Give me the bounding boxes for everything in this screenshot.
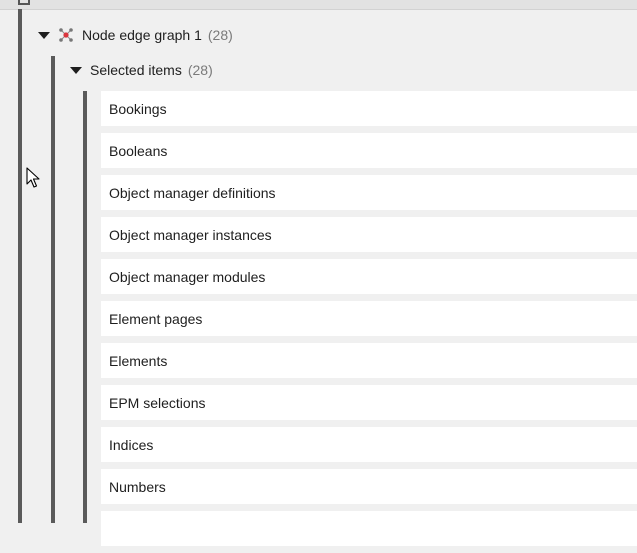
list-item[interactable]: Object manager instances <box>101 217 637 252</box>
node-edge-graph-icon <box>59 28 73 42</box>
list-item[interactable]: Bookings <box>101 91 637 126</box>
caret-down-icon[interactable] <box>70 66 82 74</box>
list-item[interactable]: Object manager modules <box>101 259 637 294</box>
mouse-pointer-icon <box>26 167 40 188</box>
tree-guide-level-1 <box>18 9 22 523</box>
list-item[interactable]: Indices <box>101 427 637 462</box>
list-item[interactable]: Booleans <box>101 133 637 168</box>
tree-node-count: (28) <box>187 62 213 78</box>
panel-header <box>0 0 637 10</box>
tree-node-selected-items[interactable]: Selected items (28) <box>70 57 213 83</box>
tree-node-label: Node edge graph 1 <box>82 27 202 43</box>
list-item[interactable]: Elements <box>101 343 637 378</box>
list-item[interactable]: Numbers <box>101 469 637 504</box>
selected-items-list: Bookings Booleans Object manager definit… <box>101 91 637 553</box>
tree-node-label: Selected items <box>90 62 182 78</box>
tree-guide-level-3 <box>83 91 87 523</box>
tree-node-node-edge-graph[interactable]: Node edge graph 1 (28) <box>38 22 233 48</box>
list-item[interactable] <box>101 511 637 546</box>
tree-node-count: (28) <box>207 27 233 43</box>
header-icon <box>18 0 30 5</box>
list-item[interactable]: EPM selections <box>101 385 637 420</box>
tree-guide-level-2 <box>51 56 55 523</box>
list-item[interactable]: Element pages <box>101 301 637 336</box>
caret-down-icon[interactable] <box>38 31 50 39</box>
list-item[interactable]: Object manager definitions <box>101 175 637 210</box>
